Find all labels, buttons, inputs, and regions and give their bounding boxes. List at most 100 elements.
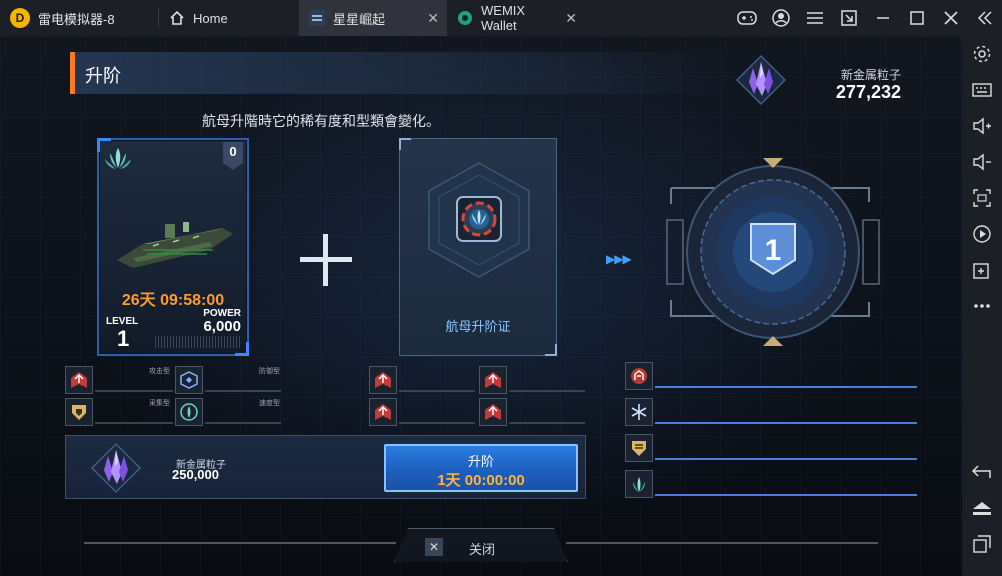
volume-down-icon[interactable]: [962, 144, 1002, 180]
plus-icon: [298, 232, 354, 288]
stat-bar: [205, 390, 281, 392]
divider: [566, 542, 878, 544]
close-window-icon[interactable]: [934, 0, 968, 36]
tab-label: WEMIX Wallet: [481, 3, 526, 33]
stat-bar: [509, 422, 585, 424]
stat-speed: 速度型: [175, 398, 283, 430]
app-title: D 雷电模拟器-8: [0, 0, 158, 36]
cert-stat-3: [369, 398, 477, 430]
crystal-icon: [735, 54, 787, 106]
emulator-sidebar: [962, 36, 1002, 576]
count-badge: 0: [223, 142, 243, 170]
volume-up-icon[interactable]: [962, 108, 1002, 144]
home-icon: [169, 10, 185, 26]
resource-value: 277,232: [835, 82, 901, 102]
stat-bar: [655, 422, 917, 424]
result-value: 1: [764, 234, 782, 267]
app-name: 雷电模拟器-8: [38, 11, 115, 27]
carrier-ship-image: [117, 222, 233, 268]
record-icon[interactable]: [962, 216, 1002, 252]
stat-bar: [205, 422, 281, 424]
attack-type-icon: [479, 366, 507, 394]
close-bar: ✕ 关闭: [84, 528, 878, 562]
game-screen: 升阶 新金属粒子 277,232 航母升階時它的稀有度和型類會變化。 0 26天…: [0, 36, 962, 576]
gather-type-icon: [625, 434, 653, 462]
upgrade-certificate-card[interactable]: 航母升阶证: [399, 138, 557, 356]
level-value: 1: [117, 326, 130, 351]
power-value: 6,000: [203, 318, 241, 335]
gather-type-icon: [65, 398, 93, 426]
stat-name: 防御型: [259, 368, 280, 375]
remaining-timer: 26天 09:58:00: [121, 292, 225, 309]
close-button[interactable]: ✕ 关闭: [394, 528, 568, 562]
stat-bar: [95, 390, 173, 392]
stat-bar: [655, 458, 917, 460]
attack-type-icon: [369, 366, 397, 394]
stat-name: 采集型: [149, 400, 170, 407]
cost-value: 250,000: [172, 467, 219, 482]
emulator-logo-icon: D: [10, 8, 30, 28]
resource-label: 新金属粒子: [840, 68, 901, 82]
rank-emblem-icon: [105, 148, 131, 169]
account-icon[interactable]: [764, 0, 798, 36]
maximize-icon[interactable]: [900, 0, 934, 36]
menu-icon[interactable]: [798, 0, 832, 36]
stat-bar: [399, 422, 475, 424]
stat-attack: 攻击型: [65, 366, 175, 398]
barcode-decoration: [155, 336, 241, 348]
speed-type-icon: [625, 470, 653, 498]
attack-type-icon: [369, 398, 397, 426]
recents-icon[interactable]: [962, 526, 1002, 562]
more-icon[interactable]: [962, 288, 1002, 324]
speed-type-icon: [175, 398, 203, 426]
cert-stat-1: [369, 366, 477, 398]
snowflake-icon: [625, 398, 653, 426]
card-corner: [545, 344, 557, 356]
stat-bar: [95, 422, 173, 424]
description-text: 航母升階時它的稀有度和型類會變化。: [202, 113, 440, 129]
cost-panel: 新金属粒子 250,000 升阶 1天 00:00:00: [65, 435, 586, 499]
crystal-icon: [90, 442, 142, 494]
tab-wemix-wallet[interactable]: WEMIX Wallet ✕: [447, 0, 587, 36]
emulator-window: D 雷电模拟器-8 Home 星星崛起 ✕ WEMIX Wallet ✕ 升阶 …: [0, 0, 1002, 576]
back-icon[interactable]: [962, 454, 1002, 490]
keyboard-icon[interactable]: [962, 72, 1002, 108]
collapse-sidebar-icon[interactable]: [968, 0, 1002, 36]
tab-home[interactable]: Home: [159, 0, 299, 36]
carrier-card[interactable]: 0 26天 09:58:00 LEVEL 1 POWER 6,000: [97, 138, 249, 356]
stat-gather: 采集型: [65, 398, 175, 430]
result-emblem: 1: [665, 154, 881, 350]
divider: [84, 542, 396, 544]
shrink-window-icon[interactable]: [832, 0, 866, 36]
gear-icon[interactable]: [962, 36, 1002, 72]
wemix-icon: [457, 10, 473, 26]
add-app-icon[interactable]: [962, 252, 1002, 288]
upgrade-button-label: 升阶: [467, 454, 494, 469]
helm-icon: [625, 362, 653, 390]
upgrade-button[interactable]: 升阶 1天 00:00:00: [384, 444, 578, 492]
window-controls: [730, 0, 1002, 36]
tab-game[interactable]: 星星崛起 ✕: [299, 0, 447, 36]
minimize-icon[interactable]: [866, 0, 900, 36]
close-tab-icon[interactable]: ✕: [427, 10, 439, 27]
stat-name: 攻击型: [149, 368, 170, 375]
result-stat-2: [625, 398, 917, 430]
certificate-emblem-icon: [428, 162, 530, 278]
close-tab-icon[interactable]: ✕: [565, 10, 577, 27]
card-corner: [399, 138, 411, 150]
close-icon: ✕: [425, 538, 443, 556]
result-stat-1: [625, 362, 917, 394]
screenshot-icon[interactable]: [962, 180, 1002, 216]
result-stat-3: [625, 434, 917, 466]
cert-stat-4: [479, 398, 587, 430]
game-app-icon: [309, 10, 325, 26]
stat-bar: [399, 390, 475, 392]
gamepad-icon[interactable]: [730, 0, 764, 36]
certificate-label: 航母升阶证: [445, 319, 511, 334]
attack-type-icon: [479, 398, 507, 426]
cert-stat-2: [479, 366, 587, 398]
result-stat-4: [625, 470, 917, 502]
page-title: 升阶: [85, 66, 121, 86]
home-icon[interactable]: [962, 490, 1002, 526]
stat-bar: [509, 390, 585, 392]
